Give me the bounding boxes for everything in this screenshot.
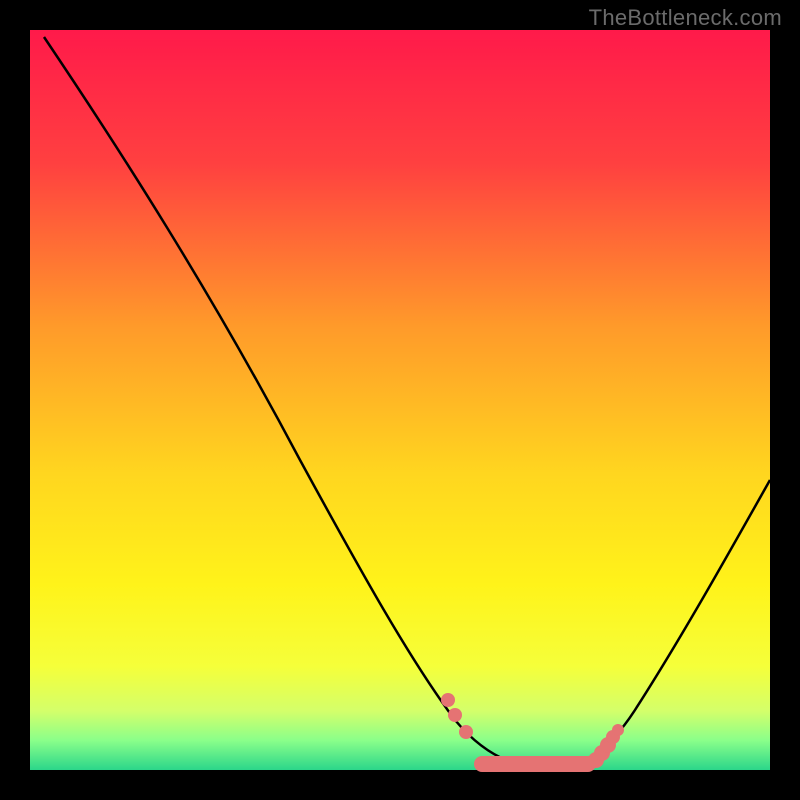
plot-background bbox=[30, 30, 770, 770]
chart-frame: TheBottleneck.com bbox=[0, 0, 800, 800]
watermark-text: TheBottleneck.com bbox=[589, 5, 782, 31]
bottleneck-chart-svg bbox=[0, 0, 800, 800]
